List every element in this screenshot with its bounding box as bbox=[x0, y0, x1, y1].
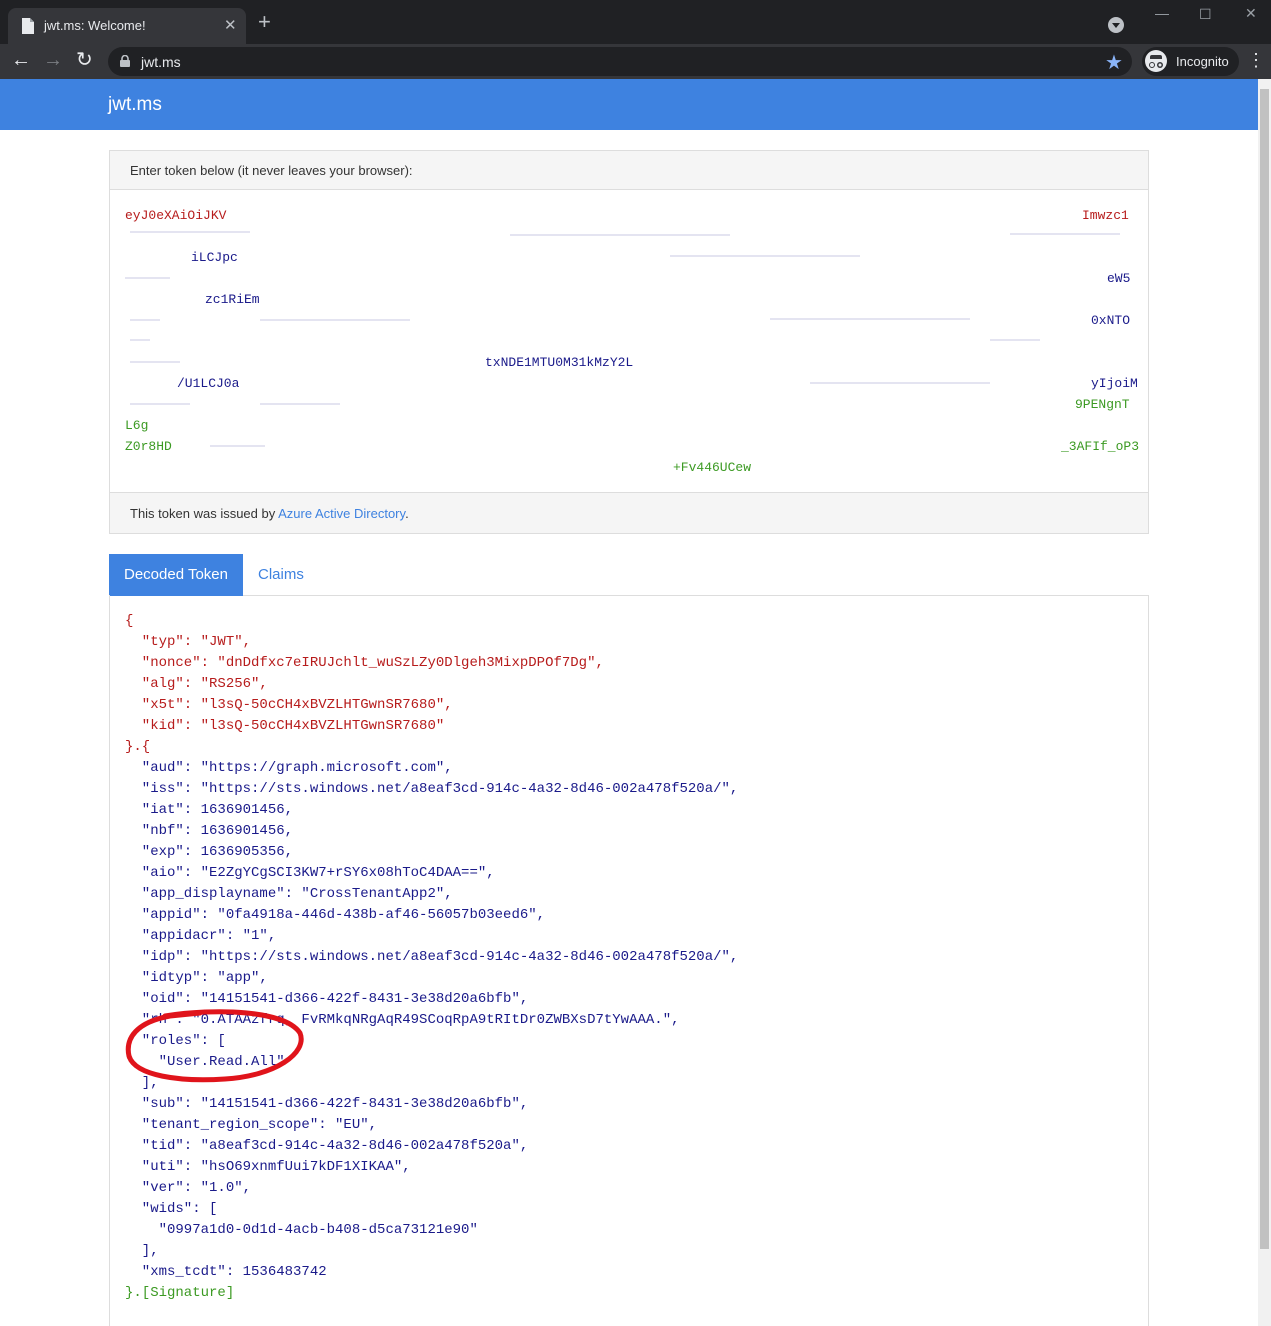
payload-json-line: "iss": "https://sts.windows.net/a8eaf3cd… bbox=[125, 781, 739, 797]
token-panel-heading: Enter token below (it never leaves your … bbox=[110, 151, 1148, 190]
token-input[interactable]: eyJ0eXAiOiJKV Imwzc1 iLCJpc zc1RiEm eW5 … bbox=[110, 190, 1148, 492]
header-json-line: { bbox=[125, 613, 134, 629]
payload-json-line: ], bbox=[125, 1243, 159, 1259]
payload-json-line: "iat": 1636901456, bbox=[125, 802, 294, 818]
redaction-overlay bbox=[125, 231, 1120, 447]
issuer-link[interactable]: Azure Active Directory bbox=[278, 506, 405, 521]
result-tabs: Decoded Token Claims bbox=[109, 554, 1149, 596]
back-icon[interactable]: ← bbox=[11, 49, 31, 71]
header-json-line: "kid": "l3sQ-50cCH4xBVZLHTGwnSR7680" bbox=[125, 718, 445, 734]
lock-icon bbox=[120, 55, 130, 67]
header-json-line: "nonce": "dnDdfxc7eIRUJchlt_wuSzLZy0Dlge… bbox=[125, 655, 604, 671]
page-icon bbox=[22, 18, 34, 34]
bookmark-star-icon[interactable]: ★ bbox=[1105, 50, 1123, 75]
scrollbar-thumb[interactable] bbox=[1260, 89, 1269, 1249]
payload-json-line: "idp": "https://sts.windows.net/a8eaf3cd… bbox=[125, 949, 739, 965]
close-tab-icon[interactable]: ✕ bbox=[224, 16, 237, 34]
tab-title: jwt.ms: Welcome! bbox=[44, 18, 146, 33]
token-panel-footer: This token was issued by Azure Active Di… bbox=[110, 492, 1148, 533]
incognito-icon bbox=[1145, 50, 1167, 72]
browser-tabstrip: jwt.ms: Welcome! ✕ + — ☐ ✕ bbox=[0, 0, 1271, 44]
url-text: jwt.ms bbox=[141, 54, 181, 70]
payload-json-line: "nbf": 1636901456, bbox=[125, 823, 294, 839]
payload-json-line: "app_displayname": "CrossTenantApp2", bbox=[125, 886, 453, 902]
payload-json-line: "tenant_region_scope": "EU", bbox=[125, 1117, 378, 1133]
scrollbar[interactable] bbox=[1258, 79, 1271, 1326]
token-instruction: Enter token below (it never leaves your … bbox=[130, 163, 413, 178]
address-bar[interactable]: jwt.ms ★ bbox=[108, 47, 1132, 76]
minimize-icon[interactable]: — bbox=[1155, 5, 1169, 21]
payload-json-line: "sub": "14151541-d366-422f-8431-3e38d20a… bbox=[125, 1096, 529, 1112]
header-json-line: "x5t": "l3sQ-50cCH4xBVZLHTGwnSR7680", bbox=[125, 697, 453, 713]
header-payload-separator: }.{ bbox=[125, 739, 151, 755]
payload-json-line: "appid": "0fa4918a-446d-438b-af46-56057b… bbox=[125, 907, 546, 923]
reload-icon[interactable]: ↻ bbox=[76, 49, 93, 71]
annotation-circle bbox=[125, 1009, 304, 1083]
payload-json-line: "0997a1d0-0d1d-4acb-b408-d5ca73121e90" bbox=[125, 1222, 478, 1238]
site-header: jwt.ms bbox=[0, 79, 1258, 130]
payload-json-line: "wids": [ bbox=[125, 1201, 218, 1217]
new-tab-icon[interactable]: + bbox=[258, 11, 271, 33]
incognito-label: Incognito bbox=[1176, 54, 1229, 69]
tab-search-icon[interactable] bbox=[1108, 17, 1124, 33]
header-json-line: "alg": "RS256", bbox=[125, 676, 268, 692]
incognito-badge[interactable]: Incognito bbox=[1142, 47, 1239, 76]
payload-json-line: "tid": "a8eaf3cd-914c-4a32-8d46-002a478f… bbox=[125, 1138, 529, 1154]
payload-json-line: "oid": "14151541-d366-422f-8431-3e38d20a… bbox=[125, 991, 529, 1007]
token-panel: Enter token below (it never leaves your … bbox=[109, 150, 1149, 534]
tab-claims[interactable]: Claims bbox=[243, 554, 319, 596]
browser-toolbar: ← → ↻ jwt.ms ★ Incognito ⋮ bbox=[0, 44, 1271, 79]
payload-json-line: "uti": "hsO69xnmfUui7kDF1XIKAA", bbox=[125, 1159, 411, 1175]
decoded-token-view: { "typ": "JWT", "nonce": "dnDdfxc7eIRUJc… bbox=[109, 595, 1149, 1326]
brand-link[interactable]: jwt.ms bbox=[108, 94, 162, 116]
payload-json-line: "appidacr": "1", bbox=[125, 928, 277, 944]
payload-json-line: "idtyp": "app", bbox=[125, 970, 268, 986]
close-window-icon[interactable]: ✕ bbox=[1245, 5, 1257, 22]
header-json-line: "typ": "JWT", bbox=[125, 634, 252, 650]
forward-icon[interactable]: → bbox=[43, 49, 63, 71]
payload-json-line: "aud": "https://graph.microsoft.com", bbox=[125, 760, 453, 776]
maximize-icon[interactable]: ☐ bbox=[1199, 6, 1212, 23]
signature-line: }.[Signature] bbox=[125, 1285, 235, 1301]
payload-json-line: "ver": "1.0", bbox=[125, 1180, 252, 1196]
browser-tab[interactable]: jwt.ms: Welcome! ✕ bbox=[8, 8, 246, 44]
tab-decoded-token[interactable]: Decoded Token bbox=[109, 554, 243, 596]
more-menu-icon[interactable]: ⋮ bbox=[1247, 50, 1265, 71]
issuer-text: This token was issued by Azure Active Di… bbox=[130, 506, 409, 521]
payload-json-line: "xms_tcdt": 1536483742 bbox=[125, 1264, 327, 1280]
payload-json-line: "exp": 1636905356, bbox=[125, 844, 294, 860]
payload-json-line: "aio": "E2ZgYCgSCI3KW7+rSY6x08hToC4DAA==… bbox=[125, 865, 495, 881]
